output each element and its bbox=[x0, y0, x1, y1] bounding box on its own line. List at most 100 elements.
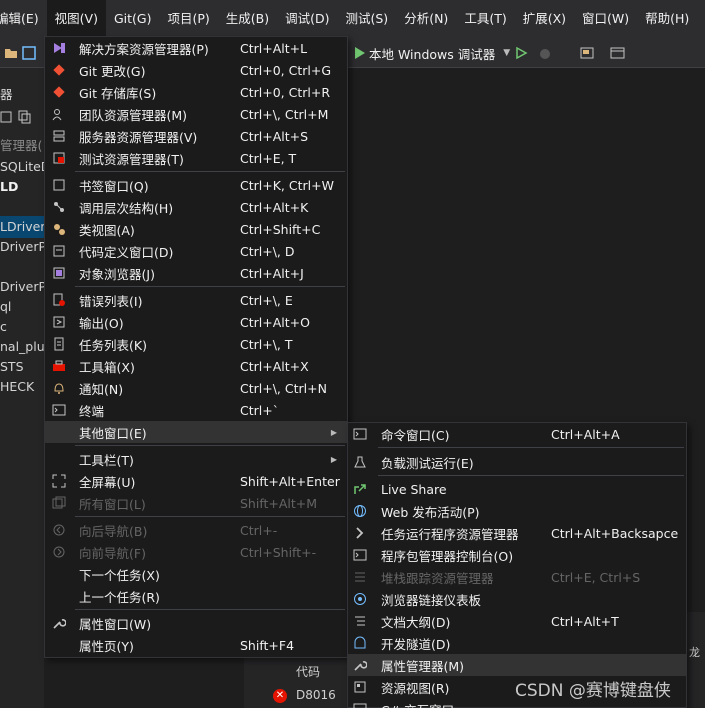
tree-item[interactable]: SQLiteD bbox=[0, 159, 44, 174]
menu-item-next-task[interactable]: 下一个任务(X) bbox=[45, 563, 347, 585]
menu-item-label: 任务运行程序资源管理器 bbox=[381, 526, 519, 542]
menu-item-load-test-runs[interactable]: 负载测试运行(E) bbox=[348, 451, 686, 473]
menu-item-navigate-back[interactable]: 向后导航(B) Ctrl+- bbox=[45, 519, 347, 541]
tree-item[interactable]: 器 bbox=[0, 84, 13, 103]
chevron-right-icon: ▶ bbox=[330, 427, 337, 437]
menu-item-notifications[interactable]: 通知(N) Ctrl+\, Ctrl+N bbox=[45, 377, 347, 399]
side-tab-label[interactable]: 龙 bbox=[689, 644, 700, 660]
menu-item-test-explorer[interactable]: 测试资源管理器(T) Ctrl+E, T bbox=[45, 147, 347, 169]
menu-item-shortcut: Ctrl+E, T bbox=[240, 150, 297, 166]
menu-item-task-runner[interactable]: 任务运行程序资源管理器 Ctrl+Alt+Backsapce bbox=[348, 522, 686, 544]
menu-item-label: 文档大纲(D) bbox=[381, 614, 451, 630]
chevron-down-icon[interactable]: ▼ bbox=[503, 48, 510, 58]
menu-item-shortcut: Shift+Alt+Enter bbox=[240, 473, 340, 489]
menu-item-label: 全屏幕(U) bbox=[79, 474, 136, 490]
menu-item-browser-link-dashboard[interactable]: 浏览器链接仪表板 bbox=[348, 588, 686, 610]
menu-view[interactable]: 视图(V) bbox=[46, 0, 106, 38]
menu-item-task-list[interactable]: 任务列表(K) Ctrl+\, T bbox=[45, 333, 347, 355]
menu-item-web-publish[interactable]: Web 发布活动(P) bbox=[348, 500, 686, 522]
menu-item-property-pages[interactable]: 属性页(Y) Shift+F4 bbox=[45, 634, 347, 656]
wrench-icon bbox=[352, 657, 368, 673]
menu-window[interactable]: 窗口(W) bbox=[574, 0, 637, 38]
browser-icon[interactable] bbox=[610, 46, 625, 60]
menu-item-server-explorer[interactable]: 服务器资源管理器(V) Ctrl+Alt+S bbox=[45, 125, 347, 147]
menu-item-document-outline[interactable]: 文档大纲(D) Ctrl+Alt+T bbox=[348, 610, 686, 632]
menu-item-error-list[interactable]: 错误列表(I) Ctrl+\, E bbox=[45, 289, 347, 311]
copy-icon[interactable] bbox=[18, 110, 32, 124]
other-windows-submenu: 命令窗口(C) Ctrl+Alt+A 负载测试运行(E) Live Share … bbox=[347, 422, 687, 708]
menu-item-output[interactable]: 输出(O) Ctrl+Alt+O bbox=[45, 311, 347, 333]
menu-item-label: 书签窗口(Q) bbox=[79, 178, 149, 194]
tree-item[interactable]: DriverPl bbox=[0, 279, 44, 294]
menu-tools[interactable]: 工具(T) bbox=[456, 0, 514, 38]
browser-link-icon bbox=[352, 591, 368, 607]
error-icon: ✕ bbox=[273, 689, 287, 703]
side-tab-strip: 龙 bbox=[685, 612, 705, 708]
collapse-icon[interactable] bbox=[0, 110, 14, 124]
menu-item-package-manager-console[interactable]: 程序包管理器控制台(O) bbox=[348, 544, 686, 566]
menu-item-shortcut: Ctrl+\, D bbox=[240, 243, 295, 259]
menu-item-code-definition[interactable]: 代码定义窗口(D) Ctrl+\, D bbox=[45, 240, 347, 262]
tree-item[interactable]: DriverPl bbox=[0, 239, 44, 254]
git-changes-icon bbox=[51, 62, 67, 78]
menu-item-full-screen[interactable]: 全屏幕(U) Shift+Alt+Enter bbox=[45, 470, 347, 492]
folder-icon[interactable] bbox=[4, 46, 18, 60]
menu-item-property-manager[interactable]: 属性管理器(M) bbox=[348, 654, 686, 676]
find-in-files-icon[interactable] bbox=[580, 46, 594, 60]
tree-item[interactable]: nal_plug bbox=[0, 339, 44, 354]
menu-item-terminal[interactable]: 终端 Ctrl+` bbox=[45, 399, 347, 421]
tree-item[interactable]: 管理器( bbox=[0, 135, 42, 154]
menu-item-label: 调用层次结构(H) bbox=[79, 200, 174, 216]
tree-item[interactable]: STS bbox=[0, 359, 24, 374]
menu-item-properties-window[interactable]: 属性窗口(W) bbox=[45, 612, 347, 634]
error-code[interactable]: D8016 bbox=[296, 688, 336, 702]
menu-project[interactable]: 项目(P) bbox=[159, 0, 217, 38]
menu-item-label: 任务列表(K) bbox=[79, 337, 147, 353]
menu-build[interactable]: 生成(B) bbox=[218, 0, 277, 38]
menu-item-live-share[interactable]: Live Share bbox=[348, 478, 686, 500]
column-header-code[interactable]: 代码 bbox=[296, 663, 320, 680]
terminal-icon bbox=[51, 402, 67, 418]
menu-item-dev-tunnels[interactable]: 开发隧道(D) bbox=[348, 632, 686, 654]
menu-item-label: 类视图(A) bbox=[79, 222, 135, 238]
menu-item-git-changes[interactable]: Git 更改(G) Ctrl+0, Ctrl+G bbox=[45, 59, 347, 81]
start-debugging-button[interactable]: 本地 Windows 调试器 ▼ bbox=[355, 44, 514, 62]
menu-test[interactable]: 测试(S) bbox=[338, 0, 397, 38]
menu-item-team-explorer[interactable]: 团队资源管理器(M) Ctrl+\, Ctrl+M bbox=[45, 103, 347, 125]
menu-item-all-windows[interactable]: 所有窗口(L) Shift+Alt+M bbox=[45, 492, 347, 514]
menu-item-label: 开发隧道(D) bbox=[381, 636, 451, 652]
resource-view-icon bbox=[352, 679, 368, 695]
hot-reload-icon[interactable] bbox=[538, 46, 552, 60]
menu-extensions[interactable]: 扩展(X) bbox=[515, 0, 574, 38]
menu-item-toolbox[interactable]: 工具箱(X) Ctrl+Alt+X bbox=[45, 355, 347, 377]
menu-item-git-repository[interactable]: Git 存储库(S) Ctrl+0, Ctrl+R bbox=[45, 81, 347, 103]
menu-debug[interactable]: 调试(D) bbox=[277, 0, 337, 38]
menu-item-call-hierarchy[interactable]: 调用层次结构(H) Ctrl+Alt+K bbox=[45, 196, 347, 218]
menu-item-stack-trace-explorer[interactable]: 堆栈跟踪资源管理器 Ctrl+E, Ctrl+S bbox=[348, 566, 686, 588]
menu-item-bookmarks[interactable]: 书签窗口(Q) Ctrl+K, Ctrl+W bbox=[45, 174, 347, 196]
menu-analyze[interactable]: 分析(N) bbox=[396, 0, 456, 38]
menu-item-solution-explorer[interactable]: 解决方案资源管理器(P) Ctrl+Alt+L bbox=[45, 37, 347, 59]
tree-item[interactable]: ql bbox=[0, 299, 11, 314]
menu-edit[interactable]: 编辑(E) bbox=[0, 0, 47, 38]
watermark: CSDN @赛博键盘侠 bbox=[515, 681, 671, 701]
menu-item-object-browser[interactable]: 对象浏览器(J) Ctrl+Alt+J bbox=[45, 262, 347, 284]
menu-git[interactable]: Git(G) bbox=[106, 0, 160, 38]
bookmark-icon bbox=[51, 177, 67, 193]
tree-item-selected[interactable]: LDriverF bbox=[0, 216, 44, 238]
save-icon[interactable] bbox=[22, 46, 36, 60]
tree-item[interactable]: c bbox=[0, 319, 7, 334]
menu-item-other-windows[interactable]: 其他窗口(E) ▶ bbox=[45, 421, 347, 443]
menu-item-command-window[interactable]: 命令窗口(C) Ctrl+Alt+A bbox=[348, 423, 686, 445]
menu-item-navigate-forward[interactable]: 向前导航(F) Ctrl+Shift+- bbox=[45, 541, 347, 563]
menu-item-class-view[interactable]: 类视图(A) Ctrl+Shift+C bbox=[45, 218, 347, 240]
start-without-debugging-icon[interactable] bbox=[514, 46, 528, 60]
menu-item-toolbars[interactable]: 工具栏(T) ▶ bbox=[45, 448, 347, 470]
tree-item[interactable]: LD bbox=[0, 179, 18, 194]
menu-item-shortcut: Ctrl+\, Ctrl+N bbox=[240, 380, 327, 396]
menu-help[interactable]: 帮助(H) bbox=[637, 0, 697, 38]
fullscreen-icon bbox=[51, 473, 67, 489]
stack-trace-icon bbox=[352, 569, 368, 585]
menu-item-previous-task[interactable]: 上一个任务(R) bbox=[45, 585, 347, 607]
tree-item[interactable]: HECK bbox=[0, 379, 34, 394]
